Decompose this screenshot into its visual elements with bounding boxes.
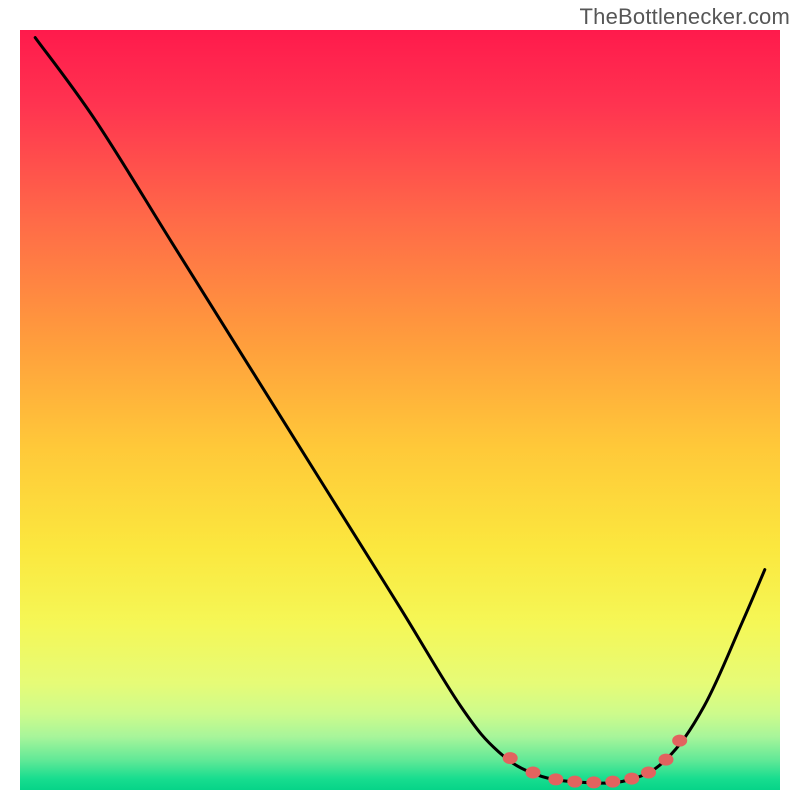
valley-marker <box>605 776 620 788</box>
valley-marker <box>586 776 601 788</box>
valley-marker <box>624 773 639 785</box>
valley-marker <box>526 767 541 779</box>
valley-marker <box>659 754 674 766</box>
chart-stage: TheBottlenecker.com <box>0 0 800 800</box>
plot-background <box>20 30 780 790</box>
valley-marker <box>567 776 582 788</box>
valley-marker <box>641 767 656 779</box>
bottleneck-chart <box>0 0 800 800</box>
valley-marker <box>503 752 518 764</box>
valley-marker <box>548 773 563 785</box>
valley-marker <box>672 735 687 747</box>
